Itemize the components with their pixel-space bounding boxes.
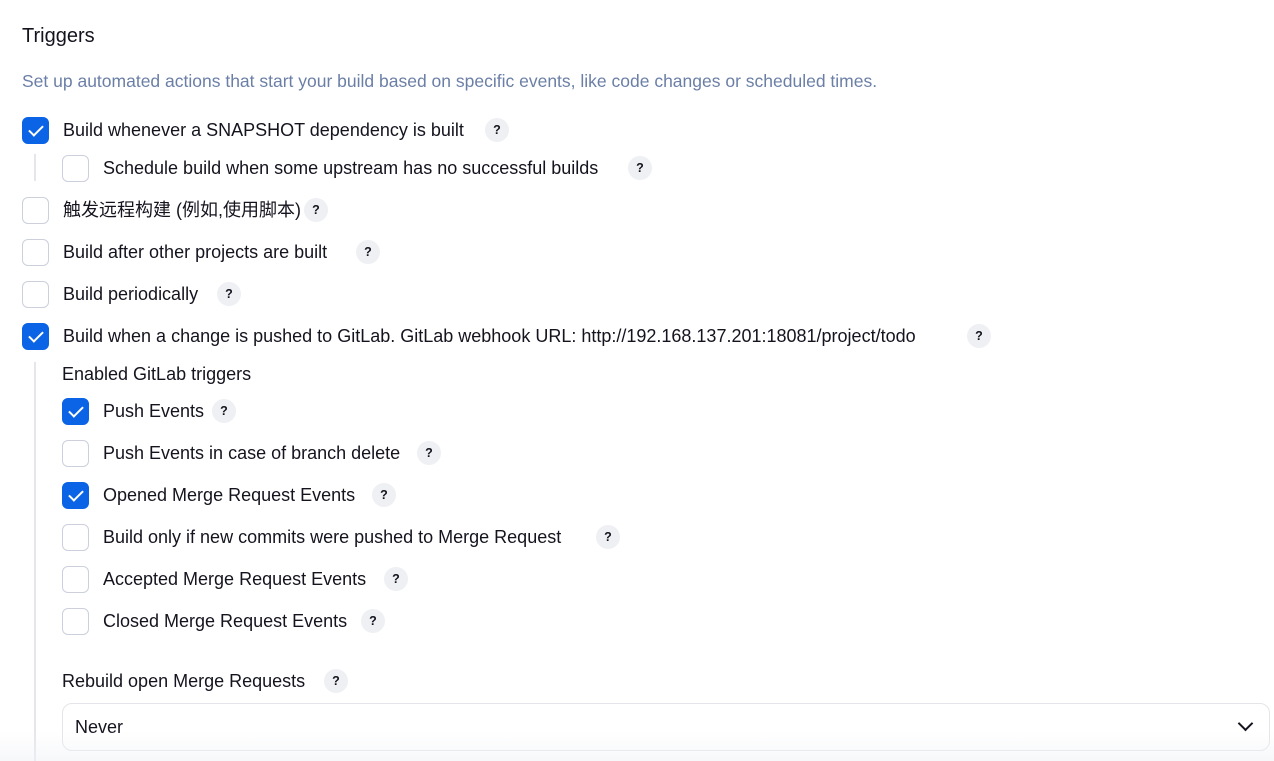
nested-indent-line xyxy=(34,362,36,761)
help-icon[interactable]: ? xyxy=(596,525,620,549)
schedule-upstream-checkbox[interactable] xyxy=(62,155,89,182)
select-value: Never xyxy=(75,717,124,737)
chevron-down-icon xyxy=(1237,715,1254,732)
new-commits-mr-label[interactable]: Build only if new commits were pushed to… xyxy=(103,524,561,550)
after-other-projects-checkbox[interactable] xyxy=(22,239,49,266)
rebuild-open-mr-select[interactable]: Never xyxy=(62,703,1270,751)
push-events-checkbox[interactable] xyxy=(62,398,89,425)
gitlab-push-checkbox[interactable] xyxy=(22,323,49,350)
help-icon[interactable]: ? xyxy=(356,240,380,264)
help-icon[interactable]: ? xyxy=(324,669,348,693)
help-icon[interactable]: ? xyxy=(485,118,509,142)
help-icon[interactable]: ? xyxy=(217,282,241,306)
schedule-upstream-label[interactable]: Schedule build when some upstream has no… xyxy=(103,155,598,181)
push-branch-delete-checkbox[interactable] xyxy=(62,440,89,467)
closed-mr-checkbox[interactable] xyxy=(62,608,89,635)
help-icon[interactable]: ? xyxy=(628,156,652,180)
help-icon[interactable]: ? xyxy=(417,441,441,465)
help-icon[interactable]: ? xyxy=(361,609,385,633)
after-other-projects-label[interactable]: Build after other projects are built xyxy=(63,239,327,265)
help-icon[interactable]: ? xyxy=(967,324,991,348)
new-commits-mr-checkbox[interactable] xyxy=(62,524,89,551)
snapshot-label[interactable]: Build whenever a SNAPSHOT dependency is … xyxy=(63,117,464,143)
remote-build-checkbox[interactable] xyxy=(22,197,49,224)
nested-indent-line xyxy=(34,154,36,181)
accepted-mr-label[interactable]: Accepted Merge Request Events xyxy=(103,566,366,592)
build-periodically-label[interactable]: Build periodically xyxy=(63,281,198,307)
closed-mr-label[interactable]: Closed Merge Request Events xyxy=(103,608,347,634)
opened-mr-label[interactable]: Opened Merge Request Events xyxy=(103,482,355,508)
gitlab-push-label[interactable]: Build when a change is pushed to GitLab.… xyxy=(63,323,916,349)
push-events-label[interactable]: Push Events xyxy=(103,398,204,424)
help-icon[interactable]: ? xyxy=(304,198,328,222)
snapshot-checkbox[interactable] xyxy=(22,117,49,144)
opened-mr-checkbox[interactable] xyxy=(62,482,89,509)
section-description: Set up automated actions that start your… xyxy=(22,71,878,91)
help-icon[interactable]: ? xyxy=(384,567,408,591)
help-icon[interactable]: ? xyxy=(212,399,236,423)
section-title: Triggers xyxy=(22,25,95,47)
accepted-mr-checkbox[interactable] xyxy=(62,566,89,593)
push-branch-delete-label[interactable]: Push Events in case of branch delete xyxy=(103,440,400,466)
remote-build-label[interactable]: 触发远程构建 (例如,使用脚本) xyxy=(63,197,301,223)
rebuild-open-mr-label: Rebuild open Merge Requests xyxy=(62,671,306,691)
help-icon[interactable]: ? xyxy=(372,483,396,507)
build-periodically-checkbox[interactable] xyxy=(22,281,49,308)
enabled-gitlab-triggers-title: Enabled GitLab triggers xyxy=(62,364,252,384)
